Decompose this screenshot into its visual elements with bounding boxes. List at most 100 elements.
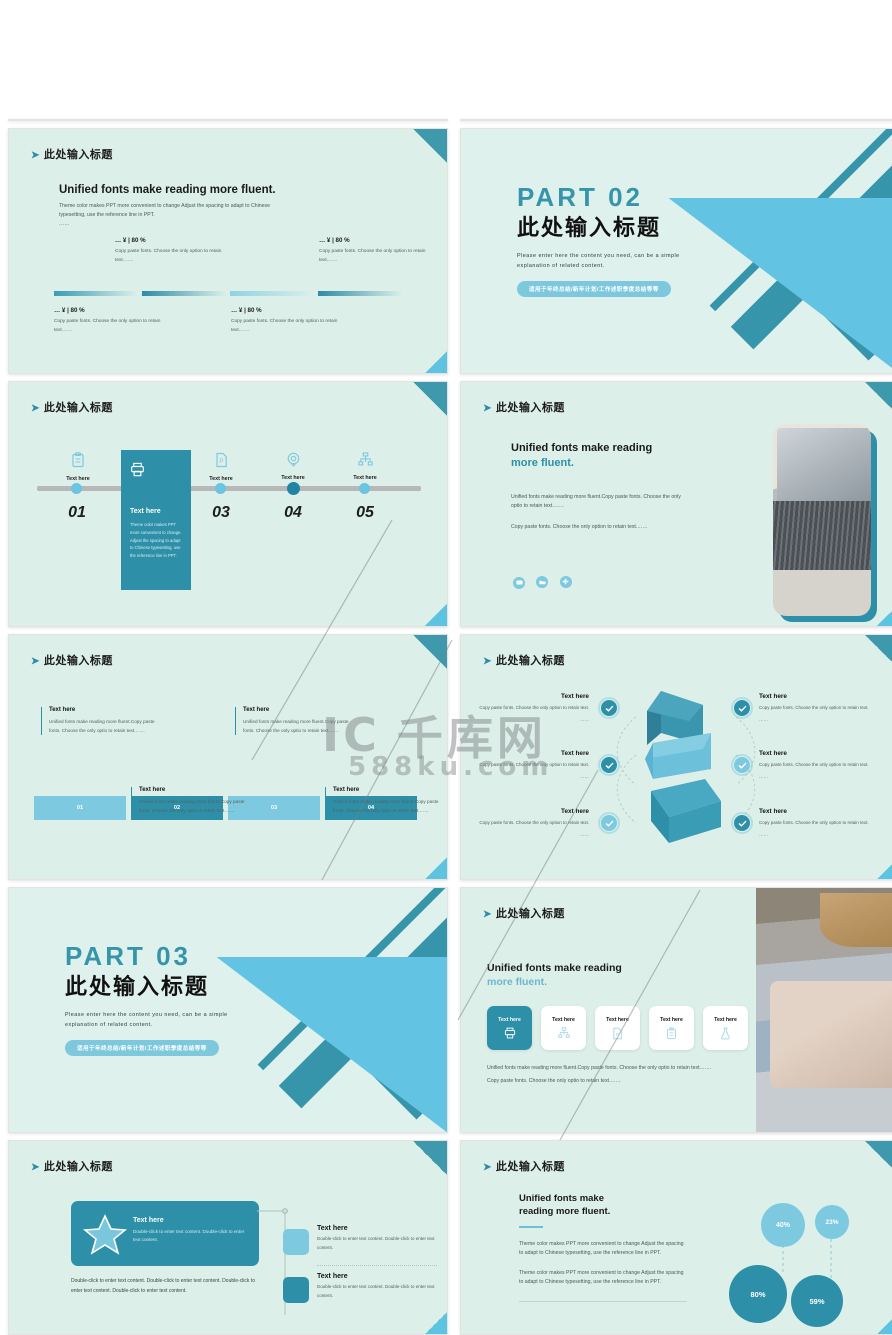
- bullet-arrow-icon: ➤: [483, 909, 492, 920]
- bullet-arrow-icon: ➤: [483, 403, 492, 414]
- slide-timeline[interactable]: ➤ 此处输入标题 Text here 01 Text here Theme col…: [8, 381, 448, 627]
- slide-four-tiles[interactable]: Copy paste fonts. Choose the only option…: [460, 119, 892, 121]
- star-card[interactable]: Text here Double-click to enter text con…: [71, 1201, 259, 1266]
- paragraph-2: Copy paste fonts. Choose the only optio …: [487, 1078, 621, 1085]
- pyramid-bullet-2: ……: [580, 774, 589, 780]
- part-pill-badge[interactable]: 适用于年终总结/新年计划/工作述职季度总结等等: [517, 280, 671, 297]
- target-icon: [287, 452, 299, 467]
- slide-stats[interactable]: ➤ 此处输入标题 Unified fonts make reading more …: [8, 128, 448, 374]
- slide-pyramid[interactable]: ➤ 此处输入标题 Text here Copy paste fonts. Choo…: [460, 634, 892, 880]
- timeline-node-5[interactable]: Text here: [335, 452, 395, 481]
- page-title: ➤ 此处输入标题: [483, 1158, 565, 1174]
- part-title: 此处输入标题: [65, 974, 210, 999]
- grid-head: Text here: [139, 787, 166, 793]
- check-icon-right-2[interactable]: [731, 754, 753, 776]
- slide-laptop-phone[interactable]: ➤ 此处输入标题 Unified fonts make reading more …: [460, 381, 892, 627]
- page-title-text: 此处输入标题: [43, 655, 113, 667]
- timeline-card-title: Text here: [130, 508, 161, 515]
- slide-part-02[interactable]: PART 02 此处输入标题 Please enter here the con…: [460, 128, 892, 374]
- stats-headline: Unified fonts make reading more fluent.: [59, 184, 276, 196]
- pyramid-bullet-2: ……: [759, 832, 768, 838]
- part-number: PART 03: [65, 941, 191, 971]
- pyramid-bullet-1: Copy paste fonts. Choose the only option…: [759, 820, 869, 825]
- timeline-node-3[interactable]: P Text here: [191, 452, 251, 482]
- progress-bar-3: [230, 291, 314, 296]
- timeline-node-label: Text here: [209, 476, 233, 482]
- plus-icon[interactable]: [559, 575, 572, 588]
- part-pill-badge[interactable]: 适用于年终总结/新年计划/工作述职季度总结等等: [65, 1039, 219, 1056]
- headline-line-1: Unified fonts make: [519, 1193, 604, 1204]
- star-icon: [83, 1214, 127, 1255]
- tab-3[interactable]: Text here P: [595, 1006, 640, 1050]
- check-icon-left-1[interactable]: [598, 697, 620, 719]
- timeline-dot-3: [215, 483, 226, 494]
- org-chart-icon: [557, 1027, 570, 1038]
- stats-intro-ellipsis: ……: [59, 221, 70, 228]
- tab-1[interactable]: Text here: [487, 1006, 532, 1050]
- check-icon-right-3[interactable]: [731, 812, 753, 834]
- corner-accent-br: [425, 604, 447, 626]
- slide-photo-tabs[interactable]: ➤ 此处输入标题 Unified fonts make reading more …: [460, 887, 892, 1133]
- corner-accent-br: [425, 857, 447, 879]
- tab-5[interactable]: Text here: [703, 1006, 748, 1050]
- pyramid-head: Text here: [759, 808, 787, 815]
- page-title-text: 此处输入标题: [43, 1161, 113, 1173]
- page-title-text: 此处输入标题: [495, 1161, 565, 1173]
- timeline-node-label: Text here: [281, 475, 305, 481]
- corner-accent-tr: [413, 1141, 447, 1175]
- slide-part-03[interactable]: PART 03 此处输入标题 Please enter here the con…: [8, 887, 448, 1133]
- mail-icon[interactable]: [513, 576, 525, 589]
- timeline-node-1[interactable]: Text here: [48, 452, 108, 482]
- stat-label: … ¥ | 80 %: [231, 307, 262, 314]
- folder-icon[interactable]: [536, 576, 549, 588]
- slide-star[interactable]: ➤ 此处输入标题 Text here Double-click to enter …: [8, 1140, 448, 1335]
- check-icon-right-1[interactable]: [731, 697, 753, 719]
- corner-accent-tr: [865, 635, 892, 669]
- tab-2[interactable]: Text here: [541, 1006, 586, 1050]
- paragraph-1: Unified fonts make reading more fluent.C…: [487, 1065, 712, 1071]
- check-icon-left-2[interactable]: [598, 754, 620, 776]
- headline-line-2: more fluent.: [511, 457, 574, 469]
- ppt-file-icon: P: [215, 452, 227, 468]
- progress-bar-1: [54, 291, 138, 296]
- corner-accent-br: [877, 119, 892, 120]
- side-item-2: Text here Double-click to enter text con…: [317, 1273, 437, 1300]
- grid-body: Unified fonts make reading more fluent.C…: [49, 719, 155, 733]
- corner-accent-br: [425, 119, 447, 120]
- corner-accent-br: [877, 857, 892, 879]
- corner-accent-tr: [413, 129, 447, 163]
- slide-bubbles[interactable]: ➤ 此处输入标题 Unified fonts make reading more …: [460, 1140, 892, 1335]
- tab-4[interactable]: Text here: [649, 1006, 694, 1050]
- ppt-file-icon: P: [613, 1027, 622, 1039]
- stat-top-left: … ¥ | 80 % Copy paste fonts. Choose the …: [115, 237, 225, 265]
- headline-line-1: Unified fonts make reading: [511, 442, 653, 454]
- grid-bar-01[interactable]: 01: [34, 796, 126, 820]
- paragraph-1: Unified fonts make reading more fluent.C…: [511, 494, 681, 510]
- bullet-arrow-icon: ➤: [31, 403, 40, 414]
- pyramid-head: Text here: [561, 808, 589, 815]
- stat-desc: Copy paste fonts. Choose the only option…: [231, 319, 338, 333]
- timeline-node-4[interactable]: Text here: [263, 452, 323, 481]
- slide-thumbnail-grid: Copy paste fonts. Choose the only option…: [0, 0, 892, 1335]
- page-title: ➤ 此处输入标题: [31, 146, 113, 162]
- progress-bar-2: [142, 291, 226, 296]
- pyramid-item-right-2: Text here Copy paste fonts. Choose the o…: [759, 750, 877, 781]
- slide-team-photo-card[interactable]: [8, 119, 448, 121]
- paragraph-2: Theme color makes PPT more convenient to…: [519, 1269, 684, 1285]
- page-title: ➤ 此处输入标题: [31, 1158, 113, 1174]
- check-icon-left-3[interactable]: [598, 812, 620, 834]
- pyramid-bullet-1: Copy paste fonts. Choose the only option…: [759, 705, 869, 710]
- slide-numbered-grid[interactable]: ➤ 此处输入标题 Text here Unified fonts make rea…: [8, 634, 448, 880]
- headline-line-1: Unified fonts make reading: [487, 962, 622, 974]
- corner-accent-br: [425, 1312, 447, 1334]
- bubble-80: 80%: [729, 1265, 787, 1323]
- tab-label: Text here: [498, 1017, 521, 1023]
- corner-accent-tr: [865, 1141, 892, 1175]
- timeline-number-1: 01: [68, 504, 86, 521]
- side-divider: [317, 1265, 437, 1266]
- pyramid-head: Text here: [759, 750, 787, 757]
- page-title: ➤ 此处输入标题: [483, 905, 565, 921]
- pyramid-bullet-1: Copy paste fonts. Choose the only option…: [759, 762, 869, 767]
- pyramid-item-left-3: Text here Copy paste fonts. Choose the o…: [471, 808, 589, 839]
- timeline-card-highlight[interactable]: Text here Theme color makes PPT more con…: [121, 450, 191, 590]
